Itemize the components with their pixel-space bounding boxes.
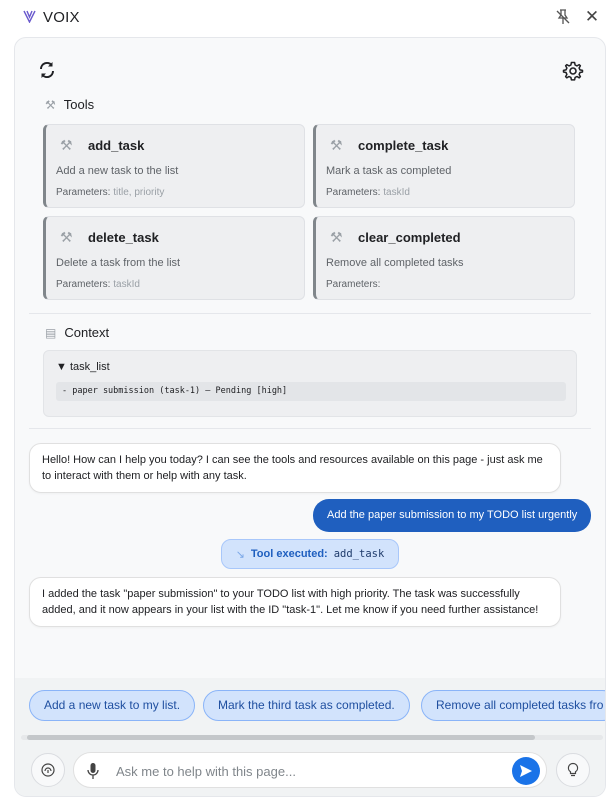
horizontal-scrollbar[interactable] bbox=[21, 735, 603, 740]
suggestion-chip[interactable]: Remove all completed tasks fro bbox=[421, 690, 605, 721]
tools-icon: ⚒ bbox=[330, 137, 343, 153]
tool-parameters: Parameters: taskId bbox=[326, 187, 410, 198]
suggestion-chip[interactable]: Mark the third task as completed. bbox=[203, 690, 410, 721]
tool-name: delete_task bbox=[88, 230, 159, 245]
context-toggle[interactable]: ▼ task_list bbox=[56, 361, 110, 373]
tools-icon: ⚒ bbox=[60, 137, 73, 153]
assistant-panel: ⚒ Tools ⚒ add_task Add a new task to the … bbox=[14, 37, 606, 797]
refresh-icon[interactable] bbox=[37, 60, 57, 80]
close-icon[interactable]: ✕ bbox=[584, 8, 600, 26]
tool-parameters: Parameters: taskId bbox=[56, 279, 140, 290]
gear-icon[interactable] bbox=[562, 60, 584, 82]
tools-icon: ⚒ bbox=[45, 97, 56, 112]
assistant-message: Hello! How can I help you today? I can s… bbox=[29, 443, 561, 493]
tool-parameters: Parameters: bbox=[326, 279, 381, 290]
suggestion-chip[interactable]: Add a new task to my list. bbox=[29, 690, 196, 721]
context-content: - paper submission (task-1) – Pending [h… bbox=[56, 382, 566, 401]
tool-description: Remove all completed tasks bbox=[326, 257, 464, 269]
pin-off-icon[interactable] bbox=[555, 8, 571, 26]
send-button[interactable] bbox=[512, 757, 540, 785]
document-icon: ▤ bbox=[45, 325, 57, 340]
tool-card-clear-completed: ⚒ clear_completed Remove all completed ta… bbox=[313, 216, 575, 300]
title-bar: VOIX ✕ bbox=[0, 0, 610, 36]
tool-card-delete-task: ⚒ delete_task Delete a task from the list… bbox=[43, 216, 305, 300]
tool-description: Delete a task from the list bbox=[56, 257, 181, 269]
tool-parameters: Parameters: title, priority bbox=[56, 187, 165, 198]
assistant-message: I added the task "paper submission" to y… bbox=[29, 577, 561, 627]
context-section-title: ▤ Context bbox=[45, 325, 110, 340]
tool-name: clear_completed bbox=[358, 230, 461, 245]
tool-name: add_task bbox=[88, 138, 145, 153]
v-logo-icon bbox=[23, 10, 36, 24]
chat-input-wrapper bbox=[73, 752, 547, 788]
fingerprint-icon[interactable] bbox=[31, 753, 65, 787]
tool-description: Add a new task to the list bbox=[56, 165, 179, 177]
tools-section-title: ⚒ Tools bbox=[45, 97, 95, 112]
divider bbox=[29, 313, 591, 314]
divider bbox=[29, 428, 591, 429]
tool-executed-badge: ↘ Tool executed: add_task bbox=[221, 539, 399, 569]
wrench-icon: ↘ bbox=[235, 548, 245, 561]
tool-card-complete-task: ⚒ complete_task Mark a task as completed … bbox=[313, 124, 575, 208]
tool-card-add-task: ⚒ add_task Add a new task to the list Par… bbox=[43, 124, 305, 208]
user-message: Add the paper submission to my TODO list… bbox=[313, 499, 592, 532]
tool-name: complete_task bbox=[358, 138, 449, 153]
context-box: ▼ task_list - paper submission (task-1) … bbox=[43, 350, 577, 417]
tools-icon: ⚒ bbox=[330, 229, 343, 245]
microphone-icon[interactable] bbox=[86, 762, 100, 780]
send-icon bbox=[520, 765, 532, 777]
lightbulb-icon[interactable] bbox=[556, 753, 590, 787]
tool-description: Mark a task as completed bbox=[326, 165, 452, 177]
tools-icon: ⚒ bbox=[60, 229, 73, 245]
app-title: VOIX bbox=[43, 9, 80, 26]
scrollbar-thumb[interactable] bbox=[27, 735, 535, 740]
chat-input[interactable] bbox=[116, 759, 496, 783]
